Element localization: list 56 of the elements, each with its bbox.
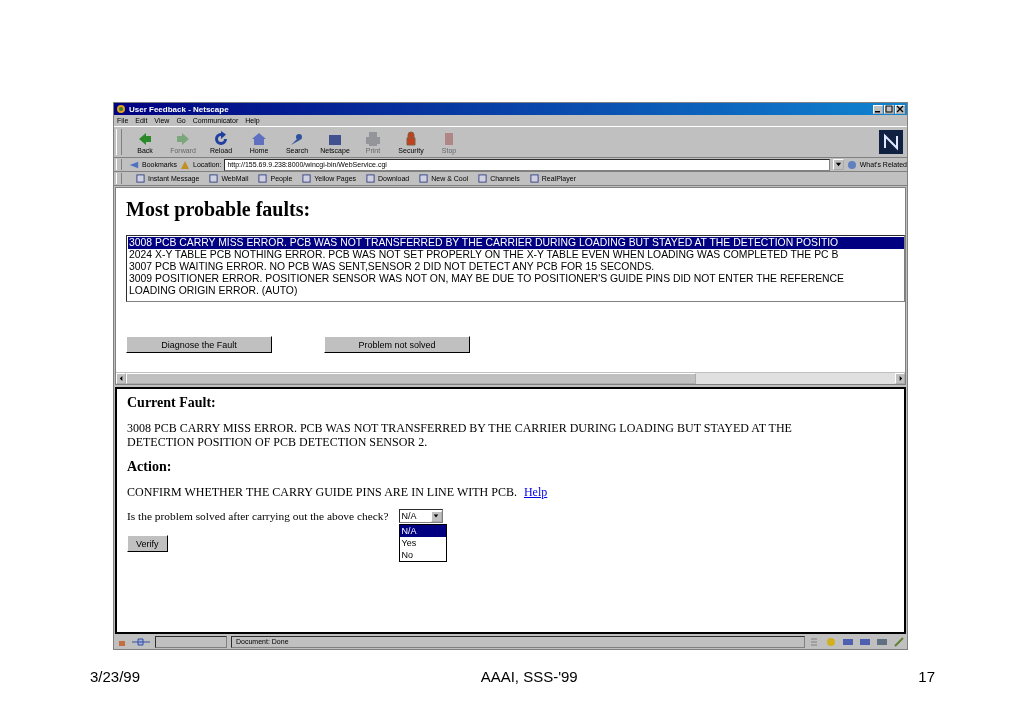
house-icon [251,130,267,147]
page-icon [302,174,312,183]
fault-item[interactable]: 3008 PCB CARRY MISS ERROR. PCB WAS NOT TRANSFERRED BY THE CARRIER DURING LOADING BUT STAYED AT THE DETECTION POSITIO [128,237,904,249]
app-icon [116,104,126,114]
lines-icon [809,637,819,647]
close-button[interactable] [895,104,905,114]
right-arrow-icon [897,376,903,381]
fault-list[interactable] [126,235,905,302]
slide-conference: AAAI, SSS-'99 [480,668,578,685]
left-arrow-icon [137,130,153,147]
fault-item[interactable]: 2024 X-Y TABLE PCB NOTHING ERROR. PCB WAS NOT SET PROPERLY ON THE X-Y TABLE EVEN WHEN LOADING WAS COMPLETED THE PC B [128,249,904,261]
dropdown-option[interactable]: Yes [399,537,446,549]
caret-icon [433,513,440,519]
page-heading: Most probable faults: [126,198,312,221]
page-icon [529,174,539,183]
right-arrow-icon [175,130,191,147]
verify-button[interactable]: Verify [127,535,168,552]
form-button[interactable]: Problem not solved [324,336,470,353]
form-button[interactable]: Diagnose the Fault [126,336,272,353]
reload-icon [213,130,229,147]
answer-select[interactable]: N/A [398,509,443,523]
minimize-button[interactable] [873,104,883,114]
page-icon [478,174,488,183]
location-icon [180,159,190,170]
help-link[interactable]: Help [523,485,548,499]
slide-date: 3/23/99 [90,668,141,685]
page-icon [258,174,268,183]
question-text: Is the problem solved after carrying out the above check? [127,509,389,523]
padlock-icon [403,130,419,147]
dropdown-option[interactable]: No [399,549,446,561]
logo-icon [879,130,903,154]
dropdown-button[interactable] [832,159,844,170]
slide-number: 17 [918,668,935,685]
horizontal-scrollbar[interactable] [116,372,905,384]
caret-icon [834,161,842,168]
maximize-icon [885,105,893,113]
dropdown-option[interactable]: N/A [399,525,446,537]
window-title: User Feedback - Netscape [129,104,230,114]
action-text: CONFIRM WHETHER THE CARRY GUIDE PINS ARE IN LINE WITH PCB. [127,485,517,499]
page-icon [419,174,429,183]
section-heading: Current Fault: [127,395,217,411]
page-icon [136,174,145,183]
maximize-button[interactable] [884,104,894,114]
fault-description: 3008 PCB CARRY MISS ERROR. PCB WAS NOT TRANSFERRED BY THE CARRIER DURING LOADING BUT STAYED AT THE DETECTION POSITION OF PCB DETECTION SENSOR 2. [127,421,793,449]
sun-icon [826,637,836,647]
fault-item[interactable]: 3007 PCB WAITING ERROR. NO PCB WAS SENT,SENSOR 2 DID NOT DETECT ANY PCB FOR 15 SECONDS. [128,261,904,273]
fault-item[interactable]: LOADING ORIGIN ERROR. (AUTO) [128,285,904,297]
section-heading: Action: [127,459,173,475]
pencil-icon [894,637,904,647]
plug-icon [131,637,151,647]
globe-icon [846,159,857,170]
page-icon [366,174,376,183]
close-icon [896,105,904,113]
page-icon [209,174,219,183]
fault-item[interactable]: 3009 POSITIONER ERROR. POSITIONER SENSOR WAS NOT ON, MAY BE DUE TO POSITIONER'S GUIDE PINS DID NOT ENTER THE REFERENCE [128,273,904,285]
left-arrow-icon [118,376,124,381]
